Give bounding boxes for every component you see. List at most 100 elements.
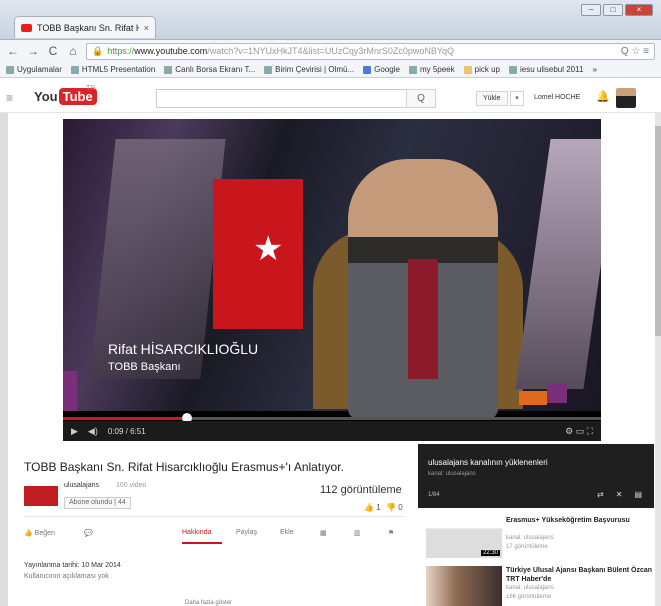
- close-window-button[interactable]: ×: [625, 4, 653, 16]
- recommended-title[interactable]: Erasmus+ Yükseköğretim Başvurusu: [506, 516, 656, 525]
- stats-icon[interactable]: ▥: [354, 529, 361, 537]
- upload-dropdown-icon[interactable]: ▾: [510, 91, 524, 106]
- url-text: https://www.youtube.com/watch?v=1NYUxHkJ…: [107, 46, 455, 56]
- user-name[interactable]: Lomel HOCHE: [534, 94, 580, 101]
- page-icon: [164, 65, 173, 74]
- playlist-title[interactable]: ulusalajans kanalının yüklenenleri: [428, 458, 548, 467]
- bookmark-google[interactable]: Google: [363, 65, 400, 74]
- forward-icon[interactable]: →: [26, 44, 40, 58]
- lock-icon: 🔒: [92, 45, 104, 56]
- like-action-button[interactable]: 👍 Beğen: [24, 529, 55, 537]
- recommended-title[interactable]: Türkiye Ulusal Ajansı Başkanı Bülent Özc…: [506, 566, 656, 584]
- playlist-subtitle: kanal: ulusalajans: [428, 471, 476, 477]
- tab-add[interactable]: Ekle: [280, 529, 294, 536]
- video-title: TOBB Başkanı Sn. Rifat Hisarcıklıoğlu Er…: [24, 460, 344, 474]
- video-caption-name: Rifat HİSARCIKLIOĞLU: [108, 341, 259, 357]
- folder-icon: [463, 65, 472, 74]
- address-bar[interactable]: 🔒 https://www.youtube.com/watch?v=1NYUxH…: [86, 42, 655, 60]
- maximize-button[interactable]: □: [603, 4, 623, 16]
- subscribe-button[interactable]: Abone olundu | 44: [64, 497, 131, 509]
- channel-name[interactable]: ulusalajans: [64, 482, 99, 489]
- recommended-views: 166 görüntüleme: [506, 594, 552, 600]
- bell-icon[interactable]: 🔔: [596, 90, 610, 103]
- bookmark-iesu[interactable]: iesu ulisebul 2011: [508, 65, 583, 74]
- video-thumbnail[interactable]: [426, 566, 502, 606]
- show-more-button[interactable]: Daha fazla göster: [185, 600, 232, 606]
- player-settings-icon[interactable]: ⚙ ▭ ⛶: [565, 426, 593, 437]
- google-icon: [363, 65, 372, 74]
- divider: [24, 516, 404, 517]
- window-controls: – □ ×: [581, 4, 653, 16]
- progress-bar[interactable]: [63, 413, 601, 423]
- video-description: Kullanıcının açıklaması yok: [24, 573, 109, 580]
- bookmarks-bar: Uygulamalar HTML5 Presentation Canlı Bor…: [0, 62, 661, 78]
- flag-icon[interactable]: ⚑: [388, 529, 394, 537]
- video-player[interactable]: ★ Rifat HİSARCIKLIOĞLU TOBB Başkanı ▶ ◀)…: [63, 119, 601, 441]
- shuffle-icon[interactable]: ⇄: [597, 490, 604, 499]
- back-icon[interactable]: ←: [6, 44, 20, 58]
- search-input[interactable]: [156, 89, 436, 108]
- tab-close-icon[interactable]: ×: [144, 23, 149, 33]
- playlist-panel[interactable]: ulusalajans kanalının yüklenenleri kanal…: [418, 444, 654, 508]
- volume-icon[interactable]: ◀): [88, 426, 98, 437]
- bookmark-pickup[interactable]: pick up: [463, 65, 500, 74]
- recommended-views: 17 görüntüleme: [506, 544, 548, 550]
- recommended-channel: kanal: ulusalajans: [506, 535, 554, 541]
- tab-about[interactable]: Hakkında: [182, 529, 212, 536]
- home-icon[interactable]: ⌂: [66, 44, 80, 58]
- video-accent: [547, 383, 567, 403]
- region-label: TR: [86, 85, 96, 92]
- page-icon: [508, 65, 517, 74]
- playlist-list-icon[interactable]: ▤: [634, 490, 642, 499]
- upload-button[interactable]: Yükle: [476, 91, 508, 106]
- browser-tab[interactable]: TOBB Başkanı Sn. Rifat Hi ×: [14, 16, 156, 38]
- avatar[interactable]: [616, 88, 636, 108]
- view-count: 112 görüntüleme: [320, 484, 402, 496]
- tab-share[interactable]: Paylaş: [236, 529, 257, 536]
- close-icon[interactable]: ✕: [616, 490, 623, 499]
- browser-toolbar: ← → C ⌂ 🔒 https://www.youtube.com/watch?…: [0, 40, 661, 62]
- progress-fill: [63, 417, 187, 420]
- page-icon: [264, 65, 273, 74]
- guide-menu-icon[interactable]: ≡: [6, 91, 13, 105]
- video-scene-tie: [408, 259, 438, 379]
- bookmark-apps[interactable]: Uygulamalar: [6, 65, 62, 74]
- search-icon[interactable]: Q: [406, 89, 436, 108]
- comment-icon[interactable]: 💬: [84, 529, 93, 537]
- video-thumbnail[interactable]: 22:30: [426, 516, 502, 558]
- transcript-icon[interactable]: ▦: [320, 529, 327, 537]
- channel-video-count: 100 video: [116, 482, 147, 489]
- bookmark-borsa[interactable]: Canlı Borsa Ekranı T...: [164, 65, 255, 74]
- browser-titlebar: TOBB Başkanı Sn. Rifat Hi × – □ ×: [0, 0, 661, 40]
- playlist-position: 1/84: [428, 492, 440, 498]
- video-caption-role: TOBB Başkanı: [108, 361, 181, 373]
- omnibox-actions-icon[interactable]: Q ☆ ≡: [621, 46, 649, 57]
- like-button[interactable]: 👍 1: [364, 503, 381, 512]
- recommended-channel: kanal: ulusalajans: [506, 585, 554, 591]
- video-accent: [519, 391, 547, 405]
- page-left-edge: [0, 113, 8, 606]
- tab-title: TOBB Başkanı Sn. Rifat Hi: [37, 22, 139, 33]
- minimize-button[interactable]: –: [581, 4, 601, 16]
- bookmarks-more-icon[interactable]: »: [592, 65, 596, 74]
- publish-date: Yayınlanma tarihi: 10 Mar 2014: [24, 562, 121, 569]
- youtube-masthead: ≡ You Tube TR Q Yükle ▾ Lomel HOCHE 🔔: [0, 79, 661, 113]
- flag-star-icon: ★: [253, 230, 284, 268]
- reload-icon[interactable]: C: [46, 44, 60, 58]
- recommended-video[interactable]: Türkiye Ulusal Ajansı Başkanı Bülent Özc…: [426, 566, 656, 606]
- playlist-actions: ⇄ ✕ ▤: [597, 490, 642, 499]
- bookmark-birim[interactable]: Birim Çevirisi | Olmü...: [264, 65, 354, 74]
- play-icon[interactable]: ▶: [71, 426, 78, 437]
- page-icon: [408, 65, 417, 74]
- bookmark-html5[interactable]: HTML5 Presentation: [70, 65, 155, 74]
- scrollbar-thumb[interactable]: [655, 126, 661, 336]
- channel-thumbnail[interactable]: [24, 486, 58, 506]
- dislike-button[interactable]: 👎 0: [386, 503, 403, 512]
- recommended-video[interactable]: 22:30 Erasmus+ Yükseköğretim Başvurusu k…: [426, 516, 656, 560]
- video-duration: 22:30: [480, 550, 500, 556]
- action-row: 👍 Beğen 💬 Hakkında Paylaş Ekle ▦ ▥ ⚑: [24, 526, 404, 544]
- active-tab-indicator: [182, 542, 222, 544]
- bookmark-myspeek[interactable]: my 5peek: [408, 65, 455, 74]
- page-icon: [70, 65, 79, 74]
- player-controls: ▶ ◀) 0:09 / 6:51 ⚙ ▭ ⛶: [63, 421, 601, 441]
